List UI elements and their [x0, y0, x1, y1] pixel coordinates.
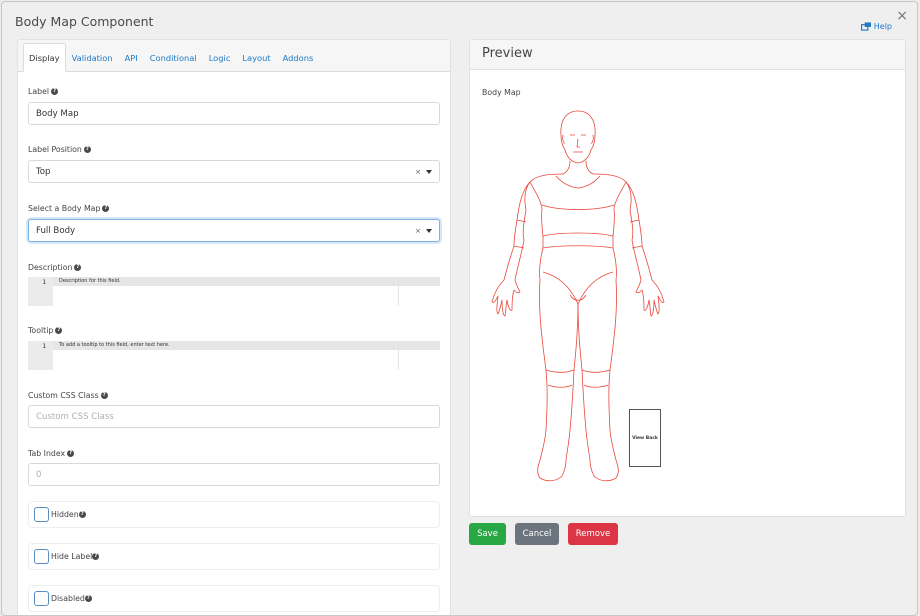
- custom-css-label: Custom CSS Class?: [28, 391, 108, 400]
- description-placeholder: Description for this field.: [59, 278, 121, 284]
- tab-index-text: Tab Index: [28, 449, 66, 458]
- description-editor[interactable]: 1 Description for this field.: [28, 277, 440, 306]
- select-controls: ×: [415, 220, 432, 241]
- tooltip-label: Tooltip?: [28, 326, 63, 335]
- hide-label-checkbox[interactable]: [34, 549, 49, 564]
- label-field-label: Label?: [28, 87, 59, 96]
- disabled-checkbox[interactable]: [34, 591, 49, 606]
- description-text: Description: [28, 263, 73, 272]
- body-map-value: Full Body: [36, 225, 76, 236]
- label-text: Label: [28, 87, 50, 96]
- tab-validation[interactable]: Validation: [66, 53, 119, 71]
- label-position-select[interactable]: Top ×: [28, 160, 440, 183]
- label-position-text: Label Position: [28, 145, 82, 154]
- custom-css-text: Custom CSS Class: [28, 391, 99, 400]
- tab-index-input[interactable]: 0: [28, 463, 440, 486]
- hide-label-label: Hide Label: [51, 552, 93, 561]
- question-icon[interactable]: ?: [84, 595, 92, 602]
- modal-dialog: Body Map Component × Help Display Valida…: [1, 1, 918, 616]
- label-position-label: Label Position?: [28, 145, 91, 154]
- question-icon[interactable]: ?: [78, 511, 86, 518]
- tooltip-editor[interactable]: 1 To add a tooltip to this field, enter …: [28, 341, 440, 370]
- select-controls: ×: [415, 161, 432, 182]
- help-link[interactable]: Help: [860, 22, 892, 31]
- label-input[interactable]: Body Map: [28, 102, 440, 125]
- save-button[interactable]: Save: [469, 523, 506, 545]
- hide-label-checkbox-row[interactable]: Hide Label?: [28, 543, 440, 570]
- description-label: Description?: [28, 263, 82, 272]
- tab-logic[interactable]: Logic: [203, 53, 237, 71]
- tooltip-placeholder: To add a tooltip to this field, enter te…: [59, 342, 170, 348]
- editor-scrollbar[interactable]: [398, 341, 399, 370]
- editor-scrollbar[interactable]: [398, 277, 399, 306]
- clear-icon[interactable]: ×: [415, 227, 421, 235]
- label-position-value: Top: [36, 166, 51, 177]
- tab-bar: Display Validation API Conditional Logic…: [18, 40, 450, 72]
- line-number: 1: [42, 342, 46, 350]
- modal-title: Body Map Component: [15, 14, 154, 29]
- question-icon[interactable]: ?: [74, 264, 82, 271]
- question-icon[interactable]: ?: [51, 88, 59, 95]
- clear-icon[interactable]: ×: [415, 168, 421, 176]
- disabled-label: Disabled: [51, 594, 85, 603]
- custom-css-input[interactable]: Custom CSS Class: [28, 405, 440, 428]
- chevron-down-icon[interactable]: [426, 169, 432, 174]
- question-icon[interactable]: ?: [100, 392, 108, 399]
- remove-button[interactable]: Remove: [568, 523, 618, 545]
- tab-api[interactable]: API: [119, 53, 144, 71]
- body-map-text: Select a Body Map: [28, 204, 101, 213]
- body-map-figure[interactable]: [470, 40, 907, 518]
- edit-form-panel: Display Validation API Conditional Logic…: [17, 39, 451, 615]
- tab-conditional[interactable]: Conditional: [144, 53, 203, 71]
- question-icon[interactable]: ?: [83, 146, 91, 153]
- help-label: Help: [873, 22, 892, 31]
- body-map-label: Select a Body Map?: [28, 204, 110, 213]
- tab-layout[interactable]: Layout: [236, 53, 276, 71]
- hidden-checkbox[interactable]: [34, 507, 49, 522]
- line-number: 1: [42, 278, 46, 286]
- question-icon[interactable]: ?: [67, 450, 75, 457]
- tab-addons[interactable]: Addons: [277, 53, 320, 71]
- chevron-down-icon[interactable]: [426, 228, 432, 233]
- disabled-checkbox-row[interactable]: Disabled?: [28, 585, 440, 612]
- tooltip-text: Tooltip: [28, 326, 54, 335]
- body-map-select[interactable]: Full Body ×: [28, 219, 440, 242]
- tab-display[interactable]: Display: [23, 43, 66, 72]
- external-link-icon: [860, 22, 871, 31]
- question-icon[interactable]: ?: [102, 205, 110, 212]
- hidden-checkbox-row[interactable]: Hidden?: [28, 501, 440, 528]
- preview-panel: Preview Body Map View Back: [469, 39, 906, 517]
- close-icon[interactable]: ×: [896, 8, 908, 24]
- hidden-label: Hidden: [51, 510, 79, 519]
- question-icon[interactable]: ?: [92, 553, 100, 560]
- cancel-button[interactable]: Cancel: [515, 523, 559, 545]
- view-back-button[interactable]: View Back: [629, 409, 661, 467]
- question-icon[interactable]: ?: [55, 327, 63, 334]
- tab-index-label: Tab Index?: [28, 449, 75, 458]
